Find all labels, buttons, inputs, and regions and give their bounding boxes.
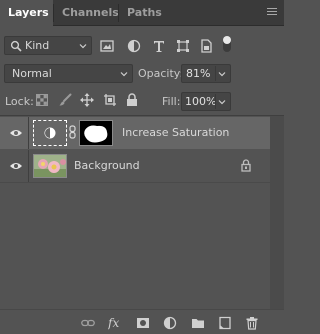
blend-mode-dropdown[interactable]: Normal: [4, 64, 133, 83]
opacity-value: 81%: [186, 67, 211, 80]
lock-label: Lock:: [5, 95, 34, 108]
blend-mode-value: Normal: [12, 67, 52, 80]
opacity-input[interactable]: 81%: [181, 64, 231, 83]
layer-name[interactable]: Increase Saturation: [122, 126, 229, 139]
chevron-down-icon: [79, 42, 87, 50]
layer-row-background[interactable]: Background: [0, 150, 270, 182]
new-layer-icon[interactable]: [218, 316, 232, 330]
filter-kind-label: Kind: [25, 39, 50, 52]
layers-scroll-track[interactable]: [270, 116, 284, 309]
filter-toggle-icon[interactable]: [222, 35, 232, 53]
adjustment-layer-icon: [44, 127, 56, 139]
chevron-down-icon[interactable]: [218, 70, 226, 78]
tab-paths[interactable]: Paths: [119, 0, 167, 26]
fill-label: Fill:: [162, 95, 181, 108]
new-adjustment-layer-icon[interactable]: [163, 316, 177, 330]
svg-text:fx: fx: [108, 316, 119, 330]
chevron-down-icon[interactable]: [218, 98, 226, 106]
prevent-autonest-icon[interactable]: [103, 93, 117, 107]
type-layer-filter-icon[interactable]: [152, 39, 166, 53]
panel-menu-icon[interactable]: [267, 8, 277, 16]
filter-kind-dropdown[interactable]: Kind: [4, 36, 92, 55]
layers-bottom-toolbar: fx: [0, 309, 284, 334]
visibility-eye-icon[interactable]: [9, 161, 23, 171]
lock-position-icon[interactable]: [80, 93, 94, 107]
opacity-label: Opacity:: [138, 67, 184, 80]
shape-layer-filter-icon[interactable]: [176, 39, 190, 53]
mask-link-icon[interactable]: [69, 125, 76, 139]
pixel-layer-filter-icon[interactable]: [100, 39, 114, 53]
lock-all-icon[interactable]: [126, 93, 140, 107]
search-icon: [10, 40, 22, 52]
fx-icon[interactable]: fx: [108, 316, 124, 330]
layer-row-increase-saturation[interactable]: Increase Saturation: [0, 117, 270, 149]
adjustment-layer-filter-icon[interactable]: [127, 39, 141, 53]
lock-image-pixels-icon[interactable]: [58, 93, 72, 107]
fill-value: 100%: [185, 95, 217, 108]
layer-mask-thumbnail[interactable]: [79, 120, 113, 146]
smart-object-filter-icon[interactable]: [199, 39, 213, 53]
background-thumbnail[interactable]: [33, 154, 67, 178]
layer-divider: [0, 182, 270, 183]
tab-channels[interactable]: Channels: [54, 0, 119, 26]
tab-layers[interactable]: Layers: [0, 0, 53, 27]
link-layers-icon[interactable]: [81, 316, 95, 330]
adjustment-thumbnail[interactable]: [33, 120, 67, 146]
visibility-eye-icon[interactable]: [9, 128, 23, 138]
new-group-icon[interactable]: [191, 316, 205, 330]
layer-name[interactable]: Background: [74, 159, 140, 172]
delete-layer-icon[interactable]: [245, 316, 259, 330]
add-mask-icon[interactable]: [136, 316, 150, 330]
layer-lock-icon[interactable]: [241, 159, 251, 172]
lock-transparent-pixels-icon[interactable]: [36, 94, 48, 106]
fill-input[interactable]: 100%: [181, 92, 231, 111]
panel-divider: [0, 115, 284, 116]
chevron-down-icon: [120, 70, 128, 78]
panel-tab-bar: Layers Channels Paths: [0, 0, 284, 27]
